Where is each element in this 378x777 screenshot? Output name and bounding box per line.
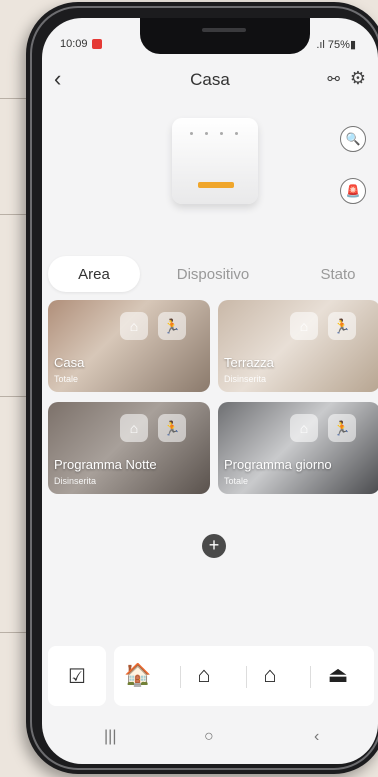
area-name: Programma Notte bbox=[54, 457, 157, 472]
siren-icon[interactable]: 🚨 bbox=[340, 178, 366, 204]
background-line bbox=[0, 396, 28, 397]
recent-apps-button[interactable]: ||| bbox=[104, 728, 116, 746]
background-line bbox=[0, 214, 28, 215]
area-state: Disinserita bbox=[54, 476, 97, 486]
area-state: Totale bbox=[224, 476, 249, 486]
arm-away-icon[interactable]: 🏃 bbox=[328, 312, 356, 340]
arm-home-icon[interactable]: ⌂ bbox=[184, 662, 224, 688]
arm-away-icon[interactable]: 🏃 bbox=[328, 414, 356, 442]
tab-stato[interactable]: Stato bbox=[298, 256, 378, 292]
status-time: 10:09 bbox=[60, 38, 102, 50]
hub-device-image bbox=[172, 118, 258, 204]
add-area-button[interactable]: + bbox=[202, 534, 226, 558]
back-nav-button[interactable]: ‹ bbox=[314, 728, 319, 746]
arm-away-icon[interactable]: 🏃 bbox=[158, 414, 186, 442]
checklist-icon[interactable]: ☑ bbox=[48, 646, 106, 706]
arm-mode-bar: 🏠 ⌂ ⌂ ⏏ bbox=[114, 646, 374, 706]
area-card-terrazza[interactable]: ⌂ 🏃 Terrazza Disinserita bbox=[218, 300, 378, 392]
area-card-programma-notte[interactable]: ⌂ 🏃 Programma Notte Disinserita bbox=[48, 402, 210, 494]
area-card-programma-giorno[interactable]: ⌂ 🏃 Programma giorno Totale bbox=[218, 402, 378, 494]
background-line bbox=[0, 632, 28, 633]
share-icon[interactable]: ⚯ bbox=[327, 70, 340, 88]
area-state: Totale bbox=[54, 374, 79, 384]
app-screen: 10:09 .ıl 75%▮ ‹ Casa ⚯ ⚙ 🔍 🚨 Area Dispo… bbox=[42, 18, 378, 764]
gear-icon[interactable]: ⚙ bbox=[350, 68, 366, 89]
tab-area[interactable]: Area bbox=[48, 256, 140, 292]
arm-home-icon[interactable]: ⌂ bbox=[120, 414, 148, 442]
arm-away-icon[interactable]: 🏠 bbox=[118, 662, 158, 688]
arm-home-icon[interactable]: ⌂ bbox=[120, 312, 148, 340]
area-name: Terrazza bbox=[224, 355, 274, 370]
camera-notch bbox=[140, 18, 310, 54]
zoom-icon[interactable]: 🔍 bbox=[340, 126, 366, 152]
status-battery: .ıl 75%▮ bbox=[316, 39, 356, 51]
area-name: Casa bbox=[54, 355, 85, 370]
tab-bar: Area Dispositivo Stato bbox=[48, 256, 378, 292]
tab-dispositivo[interactable]: Dispositivo bbox=[158, 256, 268, 292]
disarm-icon[interactable]: ⌂ bbox=[250, 662, 290, 688]
arm-home-icon[interactable]: ⌂ bbox=[290, 312, 318, 340]
background-line bbox=[0, 98, 28, 99]
area-card-casa[interactable]: ⌂ 🏃 Casa Totale bbox=[48, 300, 210, 392]
recording-icon bbox=[91, 39, 102, 49]
arm-home-icon[interactable]: ⌂ bbox=[290, 414, 318, 442]
home-button[interactable]: ○ bbox=[204, 728, 214, 746]
system-nav-bar: ||| ○ ‹ bbox=[42, 718, 378, 758]
area-name: Programma giorno bbox=[224, 457, 332, 472]
panic-icon[interactable]: ⏏ bbox=[318, 662, 358, 688]
arm-away-icon[interactable]: 🏃 bbox=[158, 312, 186, 340]
area-state: Disinserita bbox=[224, 374, 267, 384]
